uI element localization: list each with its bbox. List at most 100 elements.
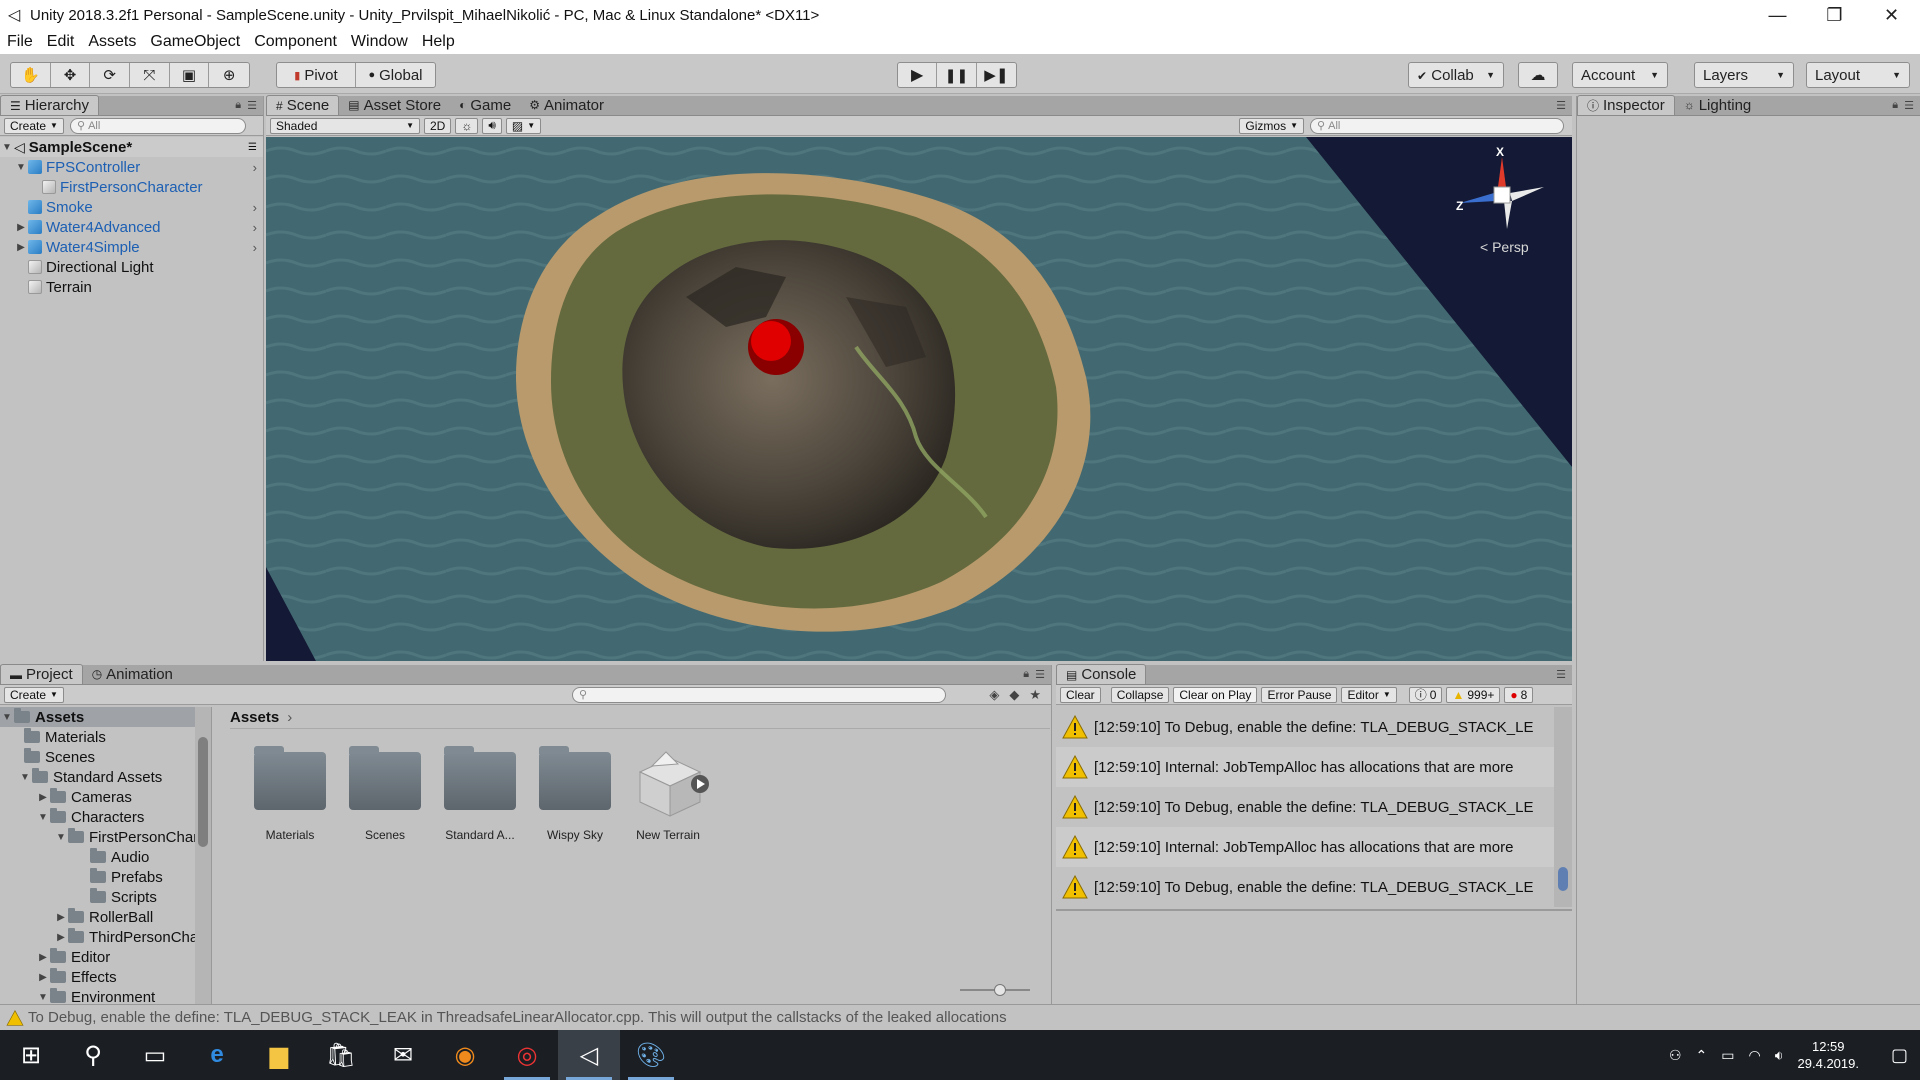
store-icon[interactable]: 🛍︎ bbox=[310, 1030, 372, 1080]
console-message-row[interactable]: [12:59:10] To Debug, enable the define: … bbox=[1056, 867, 1554, 907]
console-message-row[interactable]: [12:59:10] Internal: JobTempAlloc has al… bbox=[1056, 747, 1554, 787]
panel-menu-icon[interactable]: ☰ bbox=[1904, 99, 1914, 112]
expand-arrow-icon[interactable]: ▼ bbox=[36, 992, 50, 1003]
lock-icon[interactable]: 🔒︎ bbox=[1023, 668, 1029, 681]
tab-animation[interactable]: ◷ Animation bbox=[83, 664, 182, 684]
play-button[interactable]: ▶ bbox=[898, 63, 938, 87]
search-icon[interactable]: ⚲ bbox=[62, 1030, 124, 1080]
tree-item[interactable]: Scenes bbox=[0, 747, 211, 767]
console-info-toggle[interactable]: ⓘ 0 bbox=[1408, 686, 1443, 703]
hierarchy-item[interactable]: ▶ Water4Simple › bbox=[0, 237, 263, 257]
hierarchy-item[interactable]: ▼ FPSController › bbox=[0, 157, 263, 177]
people-icon[interactable]: ⚇ bbox=[1669, 1047, 1682, 1064]
edge-browser-icon[interactable]: e bbox=[186, 1030, 248, 1080]
panel-menu-icon[interactable]: ☰ bbox=[1556, 668, 1566, 681]
tree-item[interactable]: ▼ Standard Assets bbox=[0, 767, 211, 787]
tree-item[interactable]: ▶ RollerBall bbox=[0, 907, 211, 927]
paint-icon[interactable]: 🎨︎ bbox=[620, 1030, 682, 1080]
scene-viewport[interactable]: X Z < Persp bbox=[266, 137, 1572, 661]
hierarchy-item[interactable]: Directional Light bbox=[0, 257, 263, 277]
clock[interactable]: 12:59 29.4.2019. bbox=[1798, 1038, 1859, 1072]
pivot-button[interactable]: ▮ Pivot bbox=[277, 63, 356, 87]
slider-thumb[interactable] bbox=[994, 984, 1006, 996]
menu-assets[interactable]: Assets bbox=[81, 33, 143, 51]
chrome-icon[interactable]: ◎ bbox=[496, 1030, 558, 1080]
expand-arrow-icon[interactable]: ▶ bbox=[36, 792, 50, 803]
chevron-right-icon[interactable]: › bbox=[253, 200, 257, 215]
asset-folder-wispy-sky[interactable] bbox=[539, 746, 611, 810]
tree-item[interactable]: ▶ Effects bbox=[0, 967, 211, 987]
console-message-row[interactable]: [12:59:10] Internal: JobTempAlloc has al… bbox=[1056, 827, 1554, 867]
console-clear-button[interactable]: Clear bbox=[1060, 686, 1101, 703]
console-collapse-button[interactable]: Collapse bbox=[1110, 686, 1170, 703]
hierarchy-item[interactable]: Smoke › bbox=[0, 197, 263, 217]
tab-hierarchy[interactable]: ☰ Hierarchy bbox=[0, 95, 99, 115]
audio-toggle-icon[interactable]: 🔊︎ bbox=[482, 117, 502, 134]
shading-mode-dropdown[interactable]: Shaded ▼ bbox=[270, 117, 420, 134]
icon-size-slider[interactable] bbox=[960, 984, 1030, 996]
chevron-right-icon[interactable]: › bbox=[253, 160, 257, 175]
tree-item[interactable]: ▼ Characters bbox=[0, 807, 211, 827]
layers-dropdown[interactable]: Layers ▼ bbox=[1694, 62, 1794, 88]
tab-scene[interactable]: # Scene bbox=[266, 95, 340, 115]
console-clear-on-play-button[interactable]: Clear on Play bbox=[1173, 686, 1258, 703]
lock-icon[interactable]: 🔒︎ bbox=[1892, 99, 1898, 112]
expand-arrow-icon[interactable]: ▶ bbox=[14, 222, 28, 233]
windows-start-icon[interactable]: ⊞ bbox=[0, 1030, 62, 1080]
expand-arrow-icon[interactable]: ▼ bbox=[18, 772, 32, 783]
tree-item[interactable]: ▼ Assets bbox=[0, 707, 211, 727]
minimize-button[interactable]: — bbox=[1749, 0, 1806, 30]
panel-menu-icon[interactable]: ☰ bbox=[247, 99, 257, 112]
menu-component[interactable]: Component bbox=[247, 33, 344, 51]
cloud-button[interactable]: ☁ bbox=[1518, 62, 1558, 88]
tree-item[interactable]: ▶ Editor bbox=[0, 947, 211, 967]
tree-scrollbar[interactable] bbox=[195, 707, 211, 1004]
hierarchy-search-input[interactable]: ⚲ All bbox=[69, 117, 246, 134]
console-error-toggle[interactable]: ● 8 bbox=[1504, 686, 1534, 703]
toggle-2d-button[interactable]: 2D bbox=[424, 117, 452, 134]
tab-asset-store[interactable]: ▤ Asset Store bbox=[339, 95, 450, 115]
maximize-button[interactable]: ❐ bbox=[1806, 0, 1863, 30]
hierarchy-item[interactable]: ▶ Water4Advanced › bbox=[0, 217, 263, 237]
console-message-row[interactable]: [12:59:10] To Debug, enable the define: … bbox=[1056, 787, 1554, 827]
console-error-pause-button[interactable]: Error Pause bbox=[1261, 686, 1338, 703]
task-view-icon[interactable]: ▭ bbox=[124, 1030, 186, 1080]
tree-item[interactable]: Materials bbox=[0, 727, 211, 747]
status-bar[interactable]: To Debug, enable the define: TLA_DEBUG_S… bbox=[0, 1004, 1920, 1030]
project-create-button[interactable]: Create ▼ bbox=[4, 686, 64, 703]
scene-root-row[interactable]: ▼ ◁ SampleScene* ☰ bbox=[0, 137, 263, 157]
layout-dropdown[interactable]: Layout ▼ bbox=[1806, 62, 1910, 88]
orientation-gizmo[interactable]: X Z < Persp bbox=[1452, 145, 1552, 257]
menu-help[interactable]: Help bbox=[415, 33, 462, 51]
tree-scrollbar-thumb[interactable] bbox=[198, 737, 208, 847]
rotate-tool-icon[interactable]: ⟳ bbox=[90, 63, 131, 87]
tree-item[interactable]: ▶ ThirdPersonChar bbox=[0, 927, 211, 947]
menu-gameobject[interactable]: GameObject bbox=[143, 33, 247, 51]
persp-label[interactable]: < Persp bbox=[1480, 239, 1529, 255]
battery-icon[interactable]: ▭ bbox=[1721, 1047, 1734, 1064]
console-editor-dropdown[interactable]: Editor ▼ bbox=[1341, 686, 1397, 703]
tab-project[interactable]: ▬ Project bbox=[0, 664, 83, 684]
blender-icon[interactable]: ◉ bbox=[434, 1030, 496, 1080]
tab-inspector[interactable]: ⓘ Inspector bbox=[1577, 95, 1675, 115]
hand-tool-icon[interactable]: ✋ bbox=[11, 63, 51, 87]
menu-file[interactable]: File bbox=[0, 33, 40, 51]
scene-menu-icon[interactable]: ☰ bbox=[248, 142, 257, 153]
asset-folder-standard-assets[interactable] bbox=[444, 746, 516, 810]
notifications-icon[interactable]: ▢ bbox=[1891, 1045, 1908, 1066]
pause-button[interactable]: ❚❚ bbox=[937, 63, 977, 87]
expand-arrow-icon[interactable]: ▼ bbox=[0, 712, 14, 723]
console-warning-toggle[interactable]: ▲ 999+ bbox=[1446, 686, 1501, 703]
menu-window[interactable]: Window bbox=[344, 33, 415, 51]
effects-toggle-icon[interactable]: ▨ ▼ bbox=[505, 117, 542, 134]
hierarchy-item[interactable]: Terrain bbox=[0, 277, 263, 297]
hierarchy-item[interactable]: FirstPersonCharacter bbox=[0, 177, 263, 197]
console-message-row[interactable]: [12:59:10] To Debug, enable the define: … bbox=[1056, 707, 1554, 747]
favorite-star-icon[interactable]: ★ bbox=[1029, 687, 1041, 703]
asset-folder-materials[interactable] bbox=[254, 746, 326, 810]
asset-folder-scenes[interactable] bbox=[349, 746, 421, 810]
menu-edit[interactable]: Edit bbox=[40, 33, 82, 51]
file-explorer-icon[interactable]: ▆ bbox=[248, 1030, 310, 1080]
move-tool-icon[interactable]: ✥ bbox=[51, 63, 91, 87]
asset-new-terrain[interactable] bbox=[630, 744, 710, 820]
